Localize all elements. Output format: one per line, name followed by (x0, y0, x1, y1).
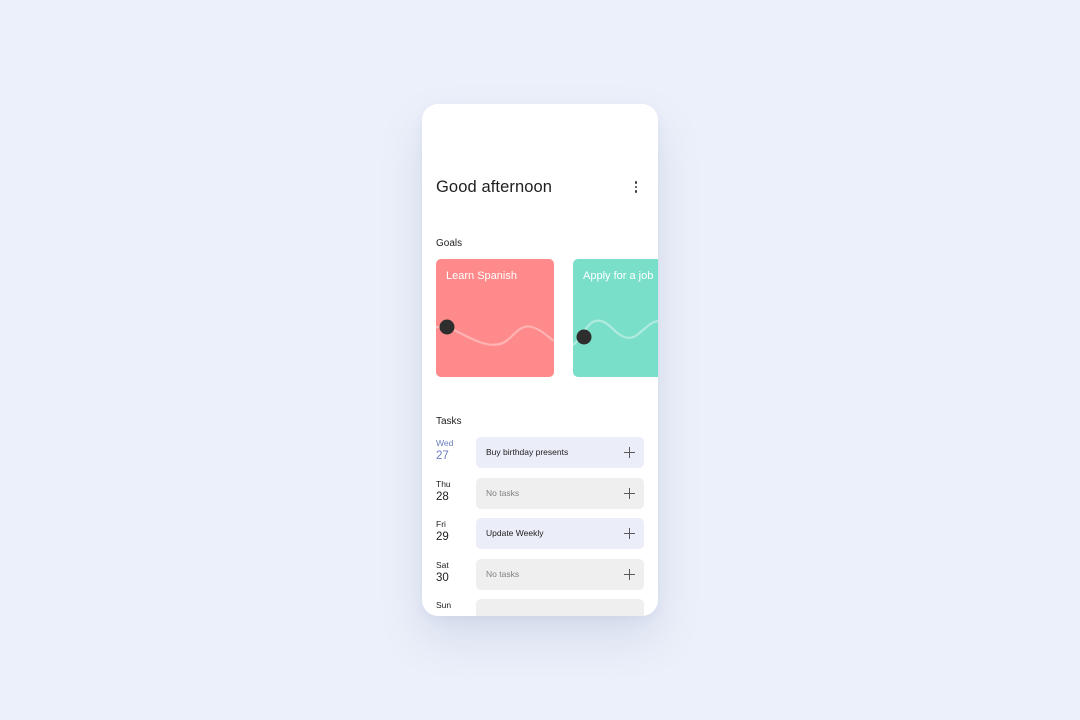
day-name: Sat (436, 560, 449, 570)
day-name: Thu (436, 479, 451, 489)
task-text: Update Weekly (486, 528, 544, 538)
plus-icon[interactable] (624, 447, 635, 458)
task-item[interactable] (476, 599, 644, 616)
task-item[interactable]: No tasks (476, 559, 644, 590)
task-item[interactable]: Buy birthday presents (476, 437, 644, 468)
task-row-wed: Wed 27 Buy birthday presents (422, 437, 658, 469)
task-row-thu: Thu 28 No tasks (422, 478, 658, 510)
page-title: Good afternoon (436, 178, 553, 196)
more-vertical-icon[interactable] (628, 178, 644, 196)
goal-title: Apply for a job (583, 270, 654, 282)
task-item[interactable]: No tasks (476, 478, 644, 509)
plus-icon[interactable] (624, 528, 635, 539)
plus-icon[interactable] (624, 488, 635, 499)
task-text: No tasks (486, 569, 520, 579)
tasks-section-label: Tasks (436, 416, 462, 427)
day-name: Sun (436, 600, 452, 610)
plus-icon[interactable] (624, 569, 635, 580)
task-text: No tasks (486, 488, 520, 498)
day-name: Wed (436, 438, 454, 448)
day-date: 28 (436, 491, 449, 503)
progress-marker-icon (576, 329, 592, 345)
goal-title: Learn Spanish (446, 270, 517, 282)
goal-card-apply-for-a-job[interactable]: Apply for a job (573, 259, 658, 377)
task-item[interactable]: Update Weekly (476, 518, 644, 549)
day-date: 27 (436, 450, 449, 462)
day-name: Fri (436, 519, 446, 529)
goals-section-label: Goals (436, 238, 463, 249)
task-row-sun: Sun (422, 599, 658, 616)
goal-card-learn-spanish[interactable]: Learn Spanish (436, 259, 554, 377)
task-text: Buy birthday presents (486, 447, 569, 457)
day-date: 29 (436, 531, 449, 543)
task-row-sat: Sat 30 No tasks (422, 559, 658, 591)
day-date: 30 (436, 572, 449, 584)
task-row-fri: Fri 29 Update Weekly (422, 518, 658, 550)
phone-screen: Good afternoon Goals Learn Spanish Apply… (422, 104, 658, 616)
progress-marker-icon (439, 319, 455, 335)
